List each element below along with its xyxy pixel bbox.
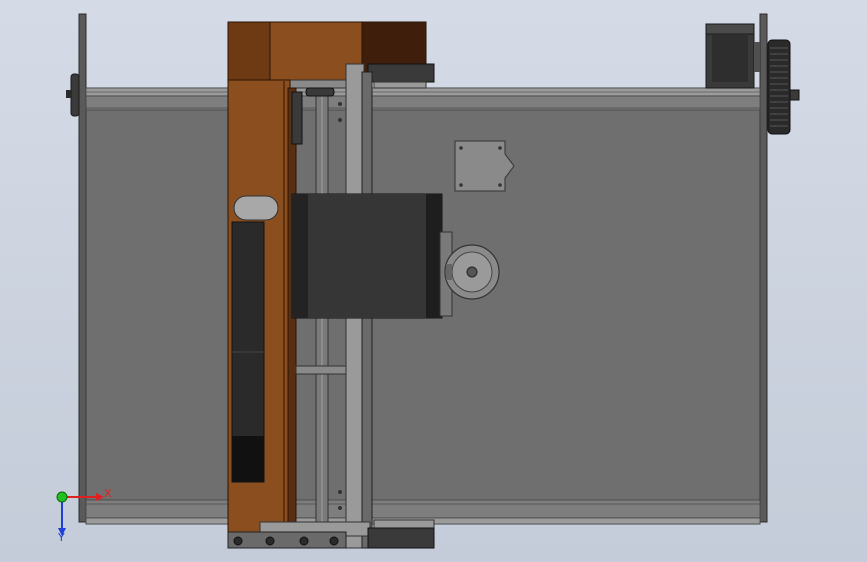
y-axis-label: Y bbox=[57, 531, 65, 544]
z-axis-origin bbox=[56, 491, 68, 503]
cad-viewport[interactable]: X Y bbox=[0, 0, 867, 562]
z-axis-stepper-motor bbox=[291, 193, 453, 319]
drive-pulley bbox=[767, 39, 800, 135]
cable-chain bbox=[231, 221, 265, 483]
mounting-bracket bbox=[454, 140, 515, 192]
right-end-plate bbox=[759, 13, 768, 523]
left-end-plate bbox=[66, 13, 87, 523]
spindle-hub bbox=[444, 244, 500, 300]
top-rail bbox=[85, 87, 761, 111]
x-axis-label: X bbox=[104, 487, 112, 500]
x-axis-stepper-motor bbox=[705, 23, 760, 89]
gantry-top-block bbox=[227, 21, 435, 89]
